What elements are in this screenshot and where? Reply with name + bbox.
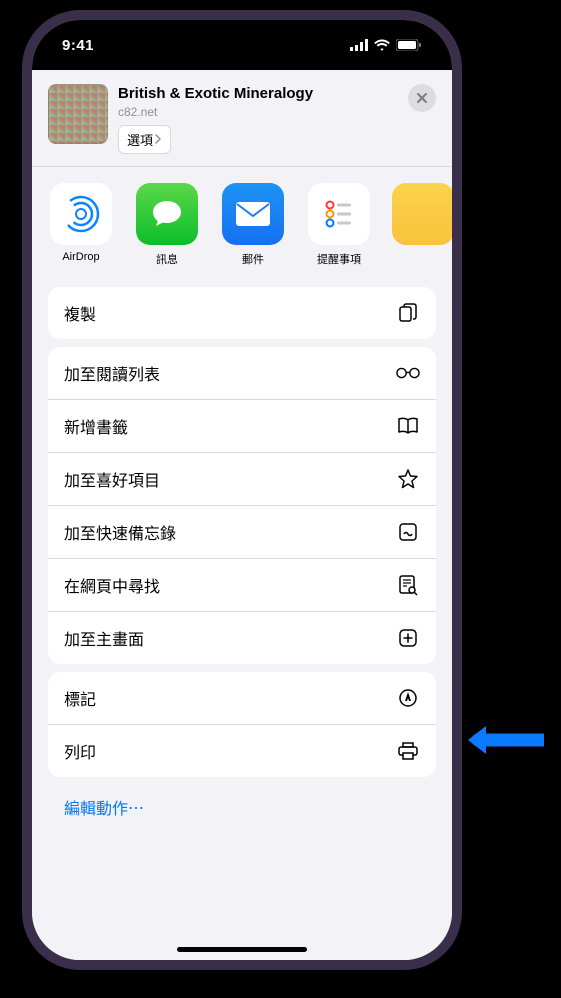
app-notes-partial[interactable] (392, 183, 420, 267)
app-reminders[interactable]: 提醒事項 (306, 183, 372, 267)
options-button[interactable]: 選項 (118, 125, 171, 154)
wifi-icon (374, 39, 390, 51)
action-label: 新增書籤 (64, 414, 128, 438)
share-title-wrap: British & Exotic Mineralogy c82.net 選項 (118, 84, 398, 154)
book-icon (396, 414, 420, 438)
star-icon (396, 467, 420, 491)
action-label: 複製 (64, 301, 96, 325)
action-markup[interactable]: 標記 (48, 672, 436, 725)
battery-icon (396, 39, 422, 51)
action-label: 在網頁中尋找 (64, 573, 160, 597)
status-time: 9:41 (62, 37, 94, 54)
notes-icon (392, 183, 452, 245)
edit-actions-link[interactable]: 編輯動作⋯ (32, 785, 452, 829)
dynamic-island (182, 34, 302, 66)
action-group-markup: 標記 列印 (48, 672, 436, 777)
app-mail[interactable]: 郵件 (220, 183, 286, 267)
app-messages[interactable]: 訊息 (134, 183, 200, 267)
airdrop-icon (50, 183, 112, 245)
action-label: 加至閱讀列表 (64, 361, 160, 385)
chevron-right-icon (155, 134, 162, 144)
home-indicator[interactable] (177, 947, 307, 952)
phone-screen: 9:41 British & Exotic Mineralogy c82.net… (32, 20, 452, 960)
plus-square-icon (396, 626, 420, 650)
status-icons (350, 39, 422, 51)
action-find-on-page[interactable]: 在網頁中尋找 (48, 559, 436, 612)
action-label: 標記 (64, 686, 96, 710)
action-copy[interactable]: 複製 (48, 287, 436, 339)
phone-device-frame: 9:41 British & Exotic Mineralogy c82.net… (22, 10, 462, 970)
action-reading-list[interactable]: 加至閱讀列表 (48, 347, 436, 400)
page-domain: c82.net (118, 105, 398, 119)
options-label: 選項 (127, 130, 153, 149)
print-icon (396, 739, 420, 763)
action-quick-note[interactable]: 加至快速備忘錄 (48, 506, 436, 559)
app-share-row[interactable]: AirDrop 訊息 郵件 (32, 167, 452, 279)
glasses-icon (396, 361, 420, 385)
markup-icon (396, 686, 420, 710)
action-label: 加至快速備忘錄 (64, 520, 176, 544)
messages-icon (136, 183, 198, 245)
page-title: British & Exotic Mineralogy (118, 84, 398, 104)
action-group-copy: 複製 (48, 287, 436, 339)
app-label: 郵件 (242, 251, 264, 267)
find-icon (396, 573, 420, 597)
close-icon (416, 92, 428, 104)
callout-arrow (464, 722, 544, 758)
mail-icon (222, 183, 284, 245)
copy-icon (396, 301, 420, 325)
action-label: 列印 (64, 739, 96, 763)
action-print[interactable]: 列印 (48, 725, 436, 777)
quick-note-icon (396, 520, 420, 544)
share-header: British & Exotic Mineralogy c82.net 選項 (32, 70, 452, 167)
action-label: 加至主畫面 (64, 626, 144, 650)
app-label: AirDrop (62, 251, 99, 263)
action-add-favorite[interactable]: 加至喜好項目 (48, 453, 436, 506)
app-label: 訊息 (156, 251, 178, 267)
cellular-icon (350, 39, 368, 51)
action-group-main: 加至閱讀列表 新增書籤 加至喜好項目 (48, 347, 436, 664)
action-add-bookmark[interactable]: 新增書籤 (48, 400, 436, 453)
share-sheet: British & Exotic Mineralogy c82.net 選項 (32, 70, 452, 960)
action-add-to-home[interactable]: 加至主畫面 (48, 612, 436, 664)
action-label: 加至喜好項目 (64, 467, 160, 491)
page-thumbnail (48, 84, 108, 144)
app-airdrop[interactable]: AirDrop (48, 183, 114, 267)
close-button[interactable] (408, 84, 436, 112)
app-label: 提醒事項 (317, 251, 361, 267)
reminders-icon (308, 183, 370, 245)
